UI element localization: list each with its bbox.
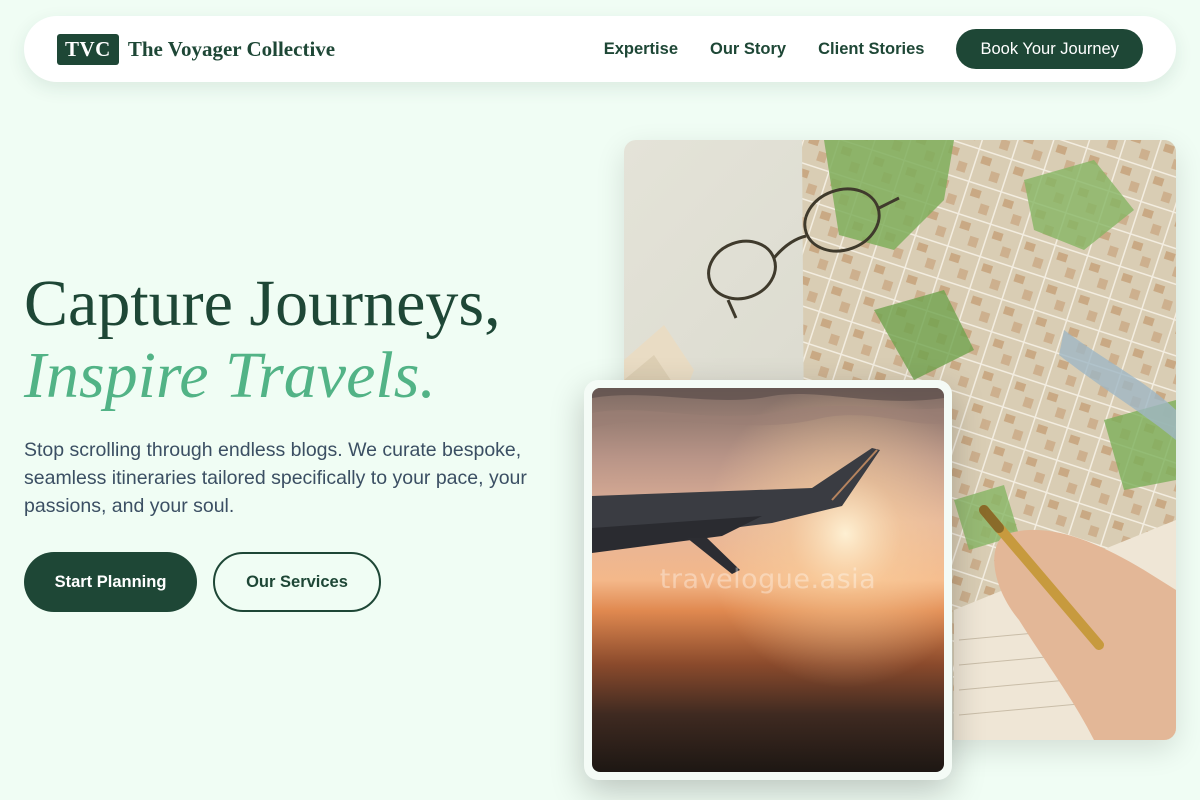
brand-name[interactable]: The Voyager Collective bbox=[128, 37, 335, 62]
plane-photo-card: travelogue.asia bbox=[584, 380, 952, 780]
top-navbar: TVC The Voyager Collective Expertise Our… bbox=[24, 16, 1176, 82]
plane-photo: travelogue.asia bbox=[592, 388, 944, 772]
hero-description: Stop scrolling through endless blogs. We… bbox=[24, 439, 527, 517]
nav-link-client-stories[interactable]: Client Stories bbox=[818, 40, 924, 59]
book-journey-button[interactable]: Book Your Journey bbox=[956, 29, 1143, 69]
start-planning-button[interactable]: Start Planning bbox=[24, 552, 197, 612]
hero-title-line2: Inspire Travels. bbox=[24, 339, 436, 412]
nav-link-expertise[interactable]: Expertise bbox=[604, 40, 678, 59]
watermark-text: travelogue.asia bbox=[659, 564, 877, 595]
hero-title: Capture Journeys, Inspire Travels. bbox=[24, 268, 501, 412]
our-services-button[interactable]: Our Services bbox=[213, 552, 381, 612]
nav-links: Expertise Our Story Client Stories Book … bbox=[604, 29, 1143, 69]
nav-link-our-story[interactable]: Our Story bbox=[710, 40, 786, 59]
logo-badge[interactable]: TVC bbox=[57, 33, 119, 65]
hero-title-line1: Capture Journeys, bbox=[24, 267, 501, 340]
